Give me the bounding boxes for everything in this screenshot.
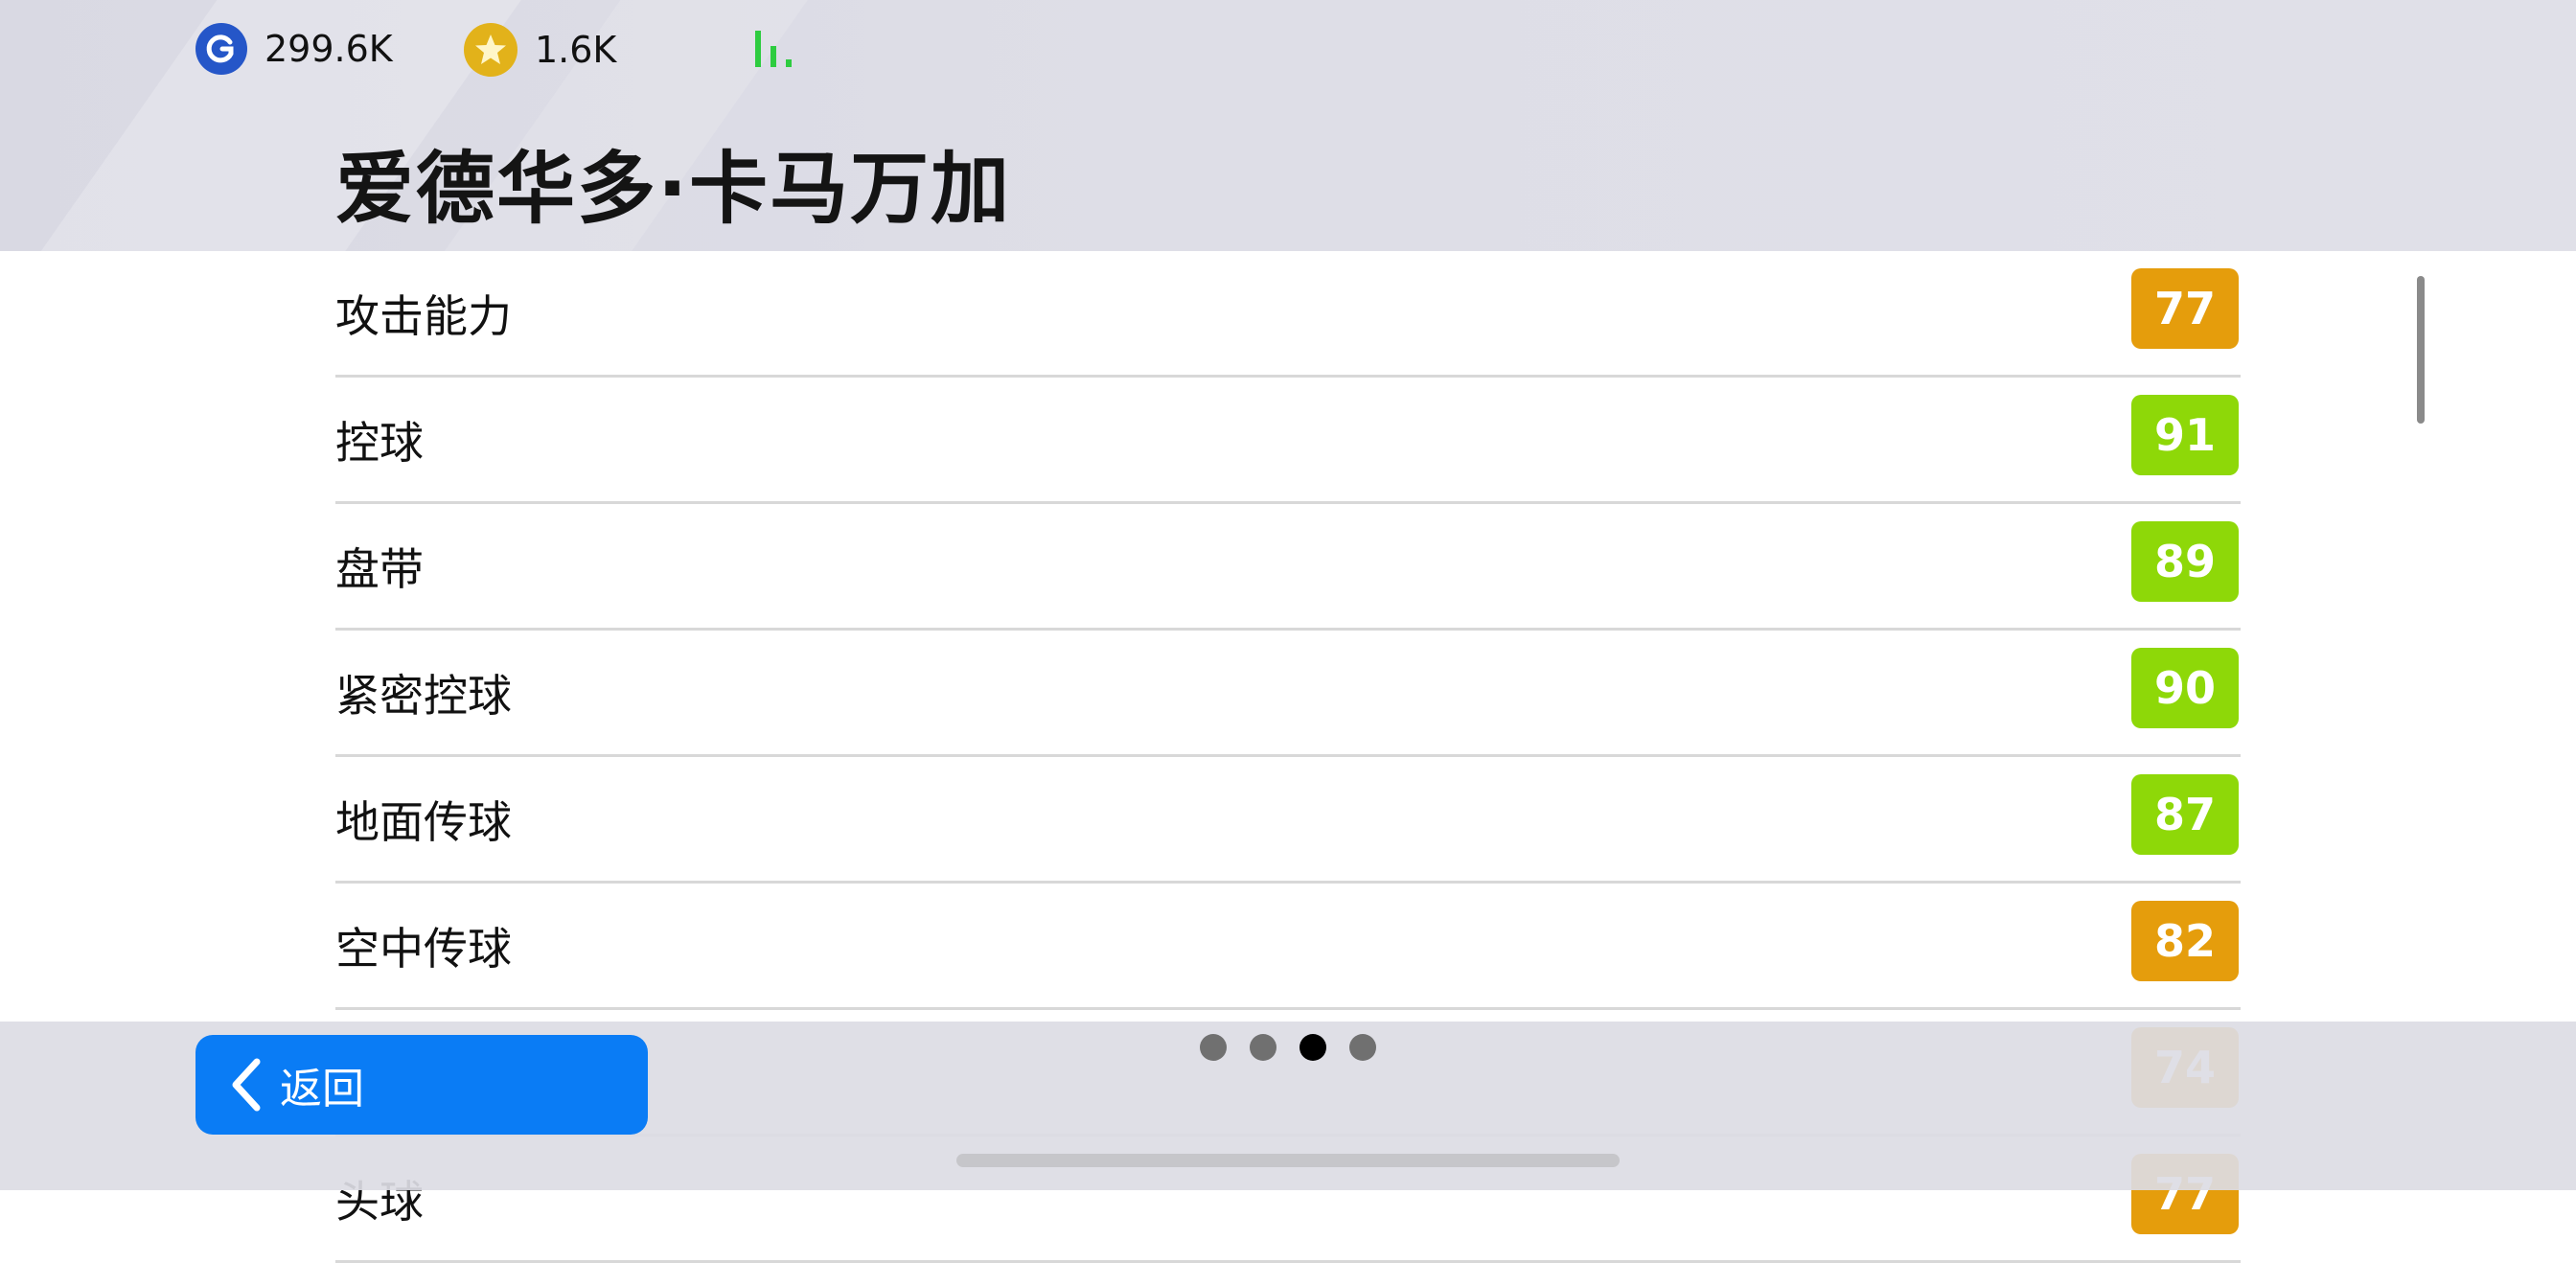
coin-value: 1.6K — [535, 29, 617, 71]
page-indicator — [1200, 1034, 1376, 1061]
stat-row[interactable]: 地面传球 87 — [335, 757, 2241, 884]
stat-value-badge: 90 — [2131, 648, 2239, 728]
header: 299.6K 1.6K 爱德华多·卡马万加 — [0, 0, 2576, 251]
stat-value-badge: 89 — [2131, 521, 2239, 602]
page-dot[interactable] — [1349, 1034, 1376, 1061]
stat-label: 地面传球 — [335, 796, 512, 848]
stat-row[interactable]: 盘带 89 — [335, 504, 2241, 631]
player-name: 爱德华多·卡马万加 — [335, 144, 1012, 235]
star-coin-icon — [464, 23, 518, 77]
gp-value: 299.6K — [264, 28, 393, 70]
stat-row[interactable]: 控球 91 — [335, 378, 2241, 504]
chevron-left-icon — [232, 1058, 261, 1112]
back-button-label: 返回 — [280, 1065, 364, 1114]
g-icon — [196, 23, 247, 75]
stat-label: 紧密控球 — [335, 670, 512, 722]
stat-value-badge: 87 — [2131, 774, 2239, 855]
stat-value-badge: 91 — [2131, 395, 2239, 475]
stat-label: 盘带 — [335, 543, 424, 595]
stat-row[interactable]: 紧密控球 90 — [335, 631, 2241, 757]
page-dot[interactable] — [1200, 1034, 1227, 1061]
stat-value-badge: 82 — [2131, 901, 2239, 981]
home-indicator — [956, 1154, 1620, 1167]
stat-row[interactable]: 空中传球 82 — [335, 884, 2241, 1010]
back-button[interactable]: 返回 — [196, 1035, 648, 1135]
signal-icon — [755, 31, 792, 67]
coin-balance: 1.6K — [464, 23, 616, 77]
stat-label: 控球 — [335, 417, 424, 469]
gp-balance: 299.6K — [196, 23, 393, 75]
stat-label: 攻击能力 — [335, 290, 512, 342]
page-dot[interactable] — [1250, 1034, 1276, 1061]
stat-value-badge: 77 — [2131, 268, 2239, 349]
page-dot-active[interactable] — [1300, 1034, 1326, 1061]
scrollbar[interactable] — [2417, 276, 2425, 424]
stat-label: 空中传球 — [335, 923, 512, 975]
stat-row[interactable]: 攻击能力 77 — [335, 251, 2241, 378]
